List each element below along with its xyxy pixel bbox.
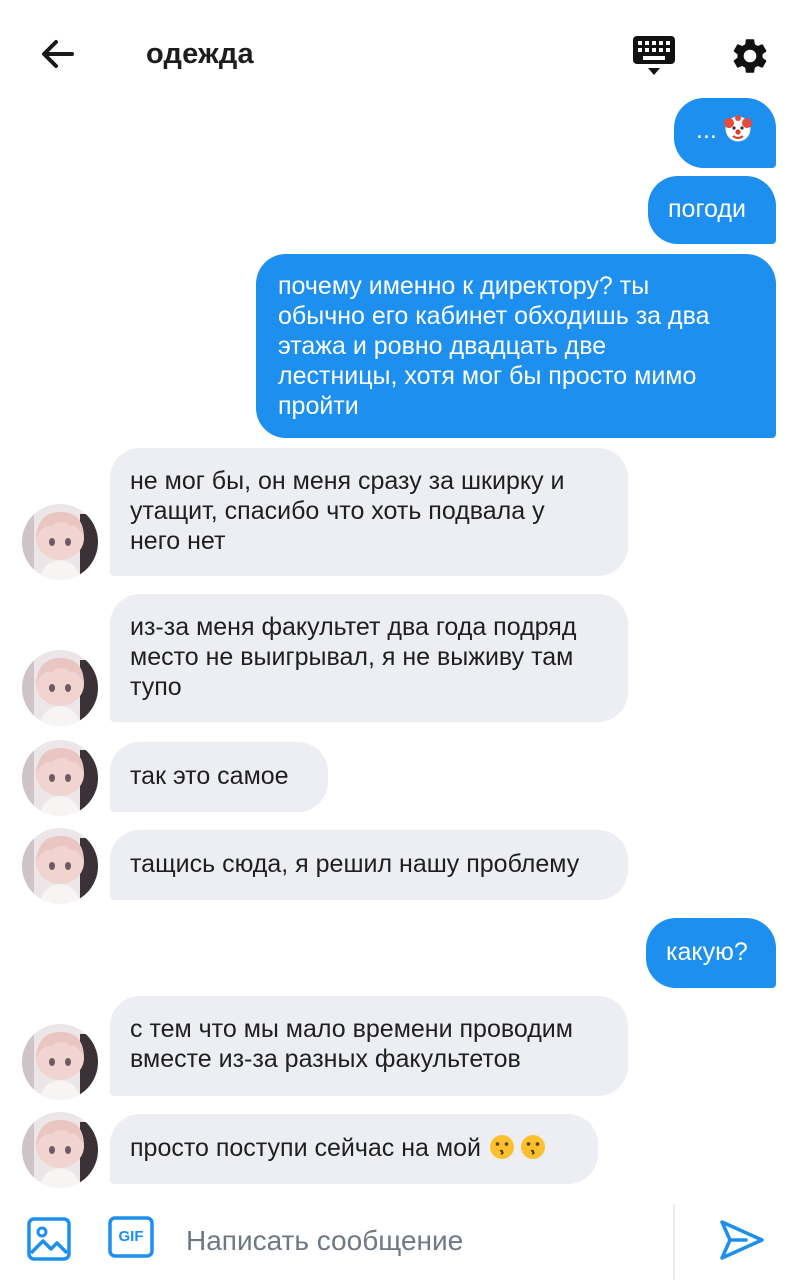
message-list[interactable]: ... погоди почему именно к директору? ты… <box>0 96 800 1196</box>
kissing-face-emoji <box>489 1135 514 1159</box>
message-line: этажа и ровно двадцать две <box>278 332 607 360</box>
message-line: из-за меня факультет два года подряд <box>130 613 577 641</box>
gear-icon <box>733 39 767 73</box>
message-line: с тем что мы мало времени проводим <box>130 1015 573 1043</box>
send-button[interactable] <box>716 1214 768 1266</box>
keyboard-icon <box>633 36 675 75</box>
back-button[interactable] <box>34 30 82 78</box>
message-text: тащись сюда, я решил нашу проблему <box>130 850 580 878</box>
chat-title: одежда <box>146 38 254 70</box>
contact-avatar[interactable] <box>22 1024 98 1100</box>
message-text: какую? <box>666 938 748 966</box>
kissing-face-emoji <box>520 1135 545 1159</box>
message-line: почему именно к директору? ты <box>278 272 650 300</box>
contact-avatar[interactable] <box>22 828 98 904</box>
contact-avatar[interactable] <box>22 740 98 816</box>
message-bubble-in[interactable]: просто поступи сейчас на мой <box>110 1114 598 1184</box>
message-bubble-in[interactable]: не мог бы, он меня сразу за шкирку и ута… <box>110 448 628 576</box>
message-bubble-out[interactable]: ... <box>674 98 776 168</box>
message-line: лестницы, хотя мог бы просто мимо <box>278 362 697 390</box>
message-line: место не выигрывал, я не выживу там <box>130 643 574 671</box>
message-bubble-in[interactable]: с тем что мы мало времени проводим вмест… <box>110 996 628 1096</box>
attach-image-button[interactable] <box>26 1216 72 1262</box>
composer-divider <box>673 1204 675 1280</box>
send-icon <box>720 1220 764 1260</box>
message-input[interactable] <box>186 1216 656 1266</box>
contact-avatar[interactable] <box>22 504 98 580</box>
image-icon <box>27 1217 71 1261</box>
message-text: погоди <box>668 195 746 223</box>
message-bubble-out[interactable]: погоди <box>648 176 776 244</box>
keyboard-button[interactable] <box>628 30 680 82</box>
message-bubble-out[interactable]: какую? <box>646 918 776 988</box>
gif-label: GIF <box>118 1228 144 1245</box>
clown-face-emoji <box>723 115 752 142</box>
message-bubble-in[interactable]: тащись сюда, я решил нашу проблему <box>110 830 628 900</box>
message-line: пройти <box>278 392 359 420</box>
contact-avatar[interactable] <box>22 1112 98 1188</box>
message-line: не мог бы, он меня сразу за шкирку и <box>130 467 565 495</box>
message-text: ... <box>696 116 724 144</box>
message-bubble-in[interactable]: из-за меня факультет два года подряд мес… <box>110 594 628 722</box>
settings-button[interactable] <box>724 30 776 82</box>
message-line: него нет <box>130 527 226 555</box>
chat-header: одежда <box>0 0 800 100</box>
message-line: тупо <box>130 673 182 701</box>
contact-avatar[interactable] <box>22 650 98 726</box>
message-line: утащит, спасибо что хоть подвала у <box>130 497 545 525</box>
message-text: просто поступи сейчас на мой <box>130 1134 488 1162</box>
gif-button[interactable]: GIF <box>108 1216 154 1258</box>
message-text: так это самое <box>130 762 289 790</box>
message-line: вместе из-за разных факультетов <box>130 1045 521 1073</box>
message-bubble-in[interactable]: так это самое <box>110 742 328 812</box>
message-line: обычно его кабинет обходишь за два <box>278 302 710 330</box>
message-bubble-out[interactable]: почему именно к директору? ты обычно его… <box>256 254 776 438</box>
arrow-left-icon <box>42 40 74 68</box>
